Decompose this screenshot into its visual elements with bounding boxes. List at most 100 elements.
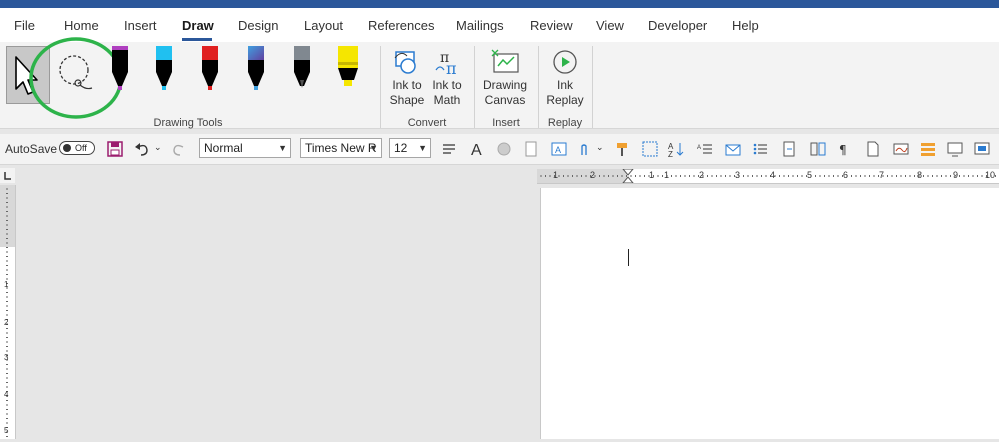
group-convert: Convert [407, 117, 447, 129]
font-size-dropdown[interactable]: 12 ▼ [389, 138, 431, 158]
ink-to-math-label-line1: Ink to [432, 78, 462, 92]
ink-replay-label-line1: Ink [556, 78, 574, 92]
undo-dropdown-chevron-icon[interactable]: ⌄ [154, 142, 162, 153]
screen-icon[interactable] [947, 141, 963, 157]
group-drawing-tools: Drawing Tools [153, 117, 223, 129]
svg-text:Z: Z [668, 150, 673, 157]
active-tab-indicator [182, 38, 212, 41]
tab-references[interactable]: References [368, 18, 434, 33]
ink-replay-icon[interactable] [551, 48, 579, 76]
list-icon[interactable] [752, 141, 768, 157]
tab-insert[interactable]: Insert [124, 18, 157, 33]
ruler-label: 3 [4, 353, 9, 362]
cyan-pen-icon[interactable] [152, 46, 176, 92]
ruler-label: 6 [843, 170, 849, 180]
ribbon: Drawing Tools Ink to Shape π π Ink to Ma… [0, 37, 999, 129]
tab-review[interactable]: Review [530, 18, 573, 33]
tab-mailings[interactable]: Mailings [456, 18, 504, 33]
screenshot-icon[interactable] [974, 141, 990, 157]
paragraph-spacing-icon[interactable] [441, 141, 457, 157]
ink-to-math-icon[interactable]: π π [434, 48, 462, 76]
tab-file[interactable]: File [14, 18, 35, 33]
ruler-label: 10 [985, 170, 996, 180]
redo-icon[interactable] [171, 141, 187, 157]
sort-icon[interactable]: AZ [668, 141, 684, 157]
envelope-icon[interactable] [725, 141, 741, 157]
svg-text:π: π [446, 59, 457, 76]
vertical-ruler[interactable]: 1 2 3 4 5 [0, 185, 16, 439]
text-box-icon[interactable]: A [551, 141, 567, 157]
chevron-down-icon: ▼ [369, 143, 378, 153]
chevron-down-icon: ▼ [418, 143, 427, 153]
tab-home[interactable]: Home [64, 18, 99, 33]
ruler-label: 5 [807, 170, 813, 180]
ruler-label: 7 [879, 170, 885, 180]
text-cursor [628, 249, 629, 266]
style-dropdown[interactable]: Normal ▼ [199, 138, 291, 158]
chevron-down-icon[interactable]: ⌄ [596, 142, 604, 153]
document-page[interactable] [540, 188, 999, 439]
font-name-dropdown[interactable]: Times New R ▼ [300, 138, 382, 158]
ink-replay-button[interactable]: Ink Replay [546, 78, 583, 108]
drawing-canvas-icon[interactable] [490, 48, 520, 76]
ruler-label: 2 [699, 170, 705, 180]
ruler-label: 1 [4, 280, 9, 289]
document-icon[interactable] [523, 141, 539, 157]
show-formatting-icon[interactable]: ¶ [837, 141, 853, 157]
ink-to-math-label-line2: Math [433, 93, 461, 107]
group-separator [474, 46, 475, 128]
save-icon[interactable] [107, 141, 123, 157]
drawing-canvas-button[interactable]: Drawing Canvas [483, 78, 527, 108]
page-break-icon[interactable] [781, 141, 797, 157]
tab-draw[interactable]: Draw [182, 18, 214, 33]
highlighter-icon[interactable] [334, 46, 362, 92]
drawing-canvas-label-line2: Canvas [484, 93, 526, 107]
columns-icon[interactable] [810, 141, 826, 157]
ruler-label: 1 [649, 170, 655, 180]
group-separator [592, 46, 593, 128]
bullets-aa-icon[interactable]: A [697, 141, 713, 157]
size-value: 12 [394, 141, 408, 155]
group-insert: Insert [492, 117, 520, 129]
ruler-label: 4 [770, 170, 776, 180]
tab-developer[interactable]: Developer [648, 18, 707, 33]
touch-mode-icon[interactable] [576, 141, 592, 157]
vertical-ruler-ticks [0, 185, 15, 437]
format-painter-icon[interactable] [614, 141, 630, 157]
tab-selector[interactable] [0, 168, 15, 183]
title-bar [0, 0, 999, 8]
undo-icon[interactable] [134, 141, 150, 157]
style-value: Normal [204, 141, 243, 155]
table-icon[interactable] [642, 141, 658, 157]
blank-page-icon[interactable] [865, 141, 881, 157]
ruler-label: 1 [553, 170, 559, 180]
ink-to-shape-icon[interactable] [393, 48, 421, 76]
ink-to-shape-button[interactable]: Ink to Shape [390, 78, 425, 108]
galaxy-pen-icon[interactable] [244, 46, 268, 92]
autosave-label: AutoSave [5, 142, 58, 156]
red-pen-icon[interactable] [198, 46, 222, 92]
tab-design[interactable]: Design [238, 18, 278, 33]
header-footer-icon[interactable] [920, 141, 936, 157]
svg-text:A: A [471, 142, 482, 157]
autosave-toggle[interactable]: Off [59, 141, 95, 155]
pencil-icon[interactable] [290, 46, 314, 92]
tab-layout[interactable]: Layout [304, 18, 343, 33]
ink-to-shape-label-line1: Ink to [392, 78, 422, 92]
record-icon[interactable] [496, 141, 512, 157]
ribbon-tabs: File Home Insert Draw Design Layout Refe… [0, 8, 999, 42]
horizontal-ruler[interactable]: 1 2 1 1 2 3 4 5 6 7 8 9 10 [537, 168, 999, 184]
ink-to-math-button[interactable]: Ink to Math [432, 78, 461, 108]
black-pen-icon[interactable] [108, 46, 132, 92]
chevron-down-icon: ▼ [278, 143, 287, 153]
font-color-icon[interactable]: A [469, 141, 485, 157]
quick-access-toolbar: AutoSave Off ⌄ Normal ▼ Times New R ▼ 12… [0, 134, 999, 165]
group-replay: Replay [547, 117, 583, 129]
autosave-state: Off [75, 143, 87, 153]
ruler-label: 8 [917, 170, 923, 180]
ruler-label: 5 [4, 426, 9, 435]
font-value: Times New R [305, 141, 377, 155]
signature-icon[interactable] [893, 141, 909, 157]
tab-view[interactable]: View [596, 18, 624, 33]
tab-help[interactable]: Help [732, 18, 759, 33]
